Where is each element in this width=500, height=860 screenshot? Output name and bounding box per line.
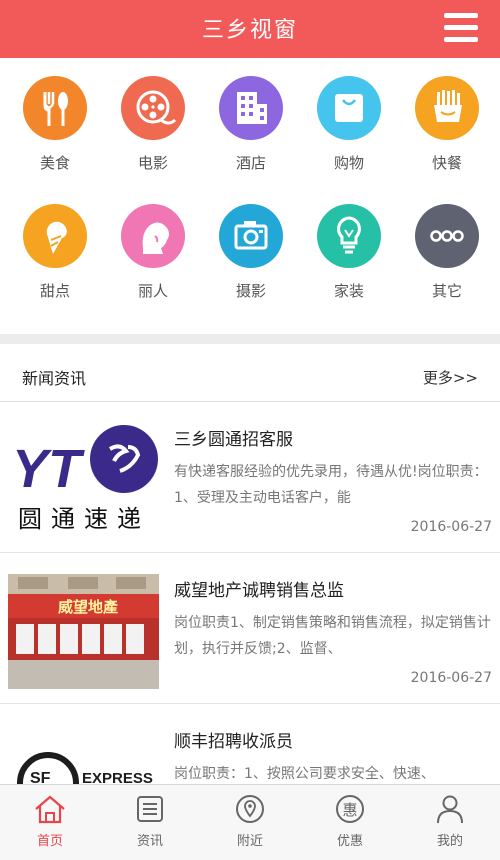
category-movie[interactable]: 电影 bbox=[104, 76, 202, 173]
news-item-desc: 岗位职责1、制定销售策略和销售流程，拟定销售计划，执行并反馈;2、监督、 bbox=[174, 615, 491, 657]
category-label: 购物 bbox=[333, 154, 364, 172]
category-shopping[interactable]: 购物 bbox=[300, 76, 398, 173]
lightbulb-icon bbox=[317, 204, 381, 268]
news-item[interactable]: YT 圆通速递 三乡圆通招客服 有快递客服经验的优先录用，待遇从优!岗位职责：1… bbox=[0, 403, 500, 553]
category-dessert[interactable]: 甜点 bbox=[6, 204, 104, 301]
news-more-link[interactable]: 更多>> bbox=[423, 367, 478, 388]
sf-express-logo-thumbnail: SF EXPRESS bbox=[8, 743, 159, 784]
tab-profile[interactable]: 我的 bbox=[400, 785, 500, 860]
news-item-title: 威望地产诚聘销售总监 bbox=[174, 581, 344, 601]
location-pin-icon bbox=[236, 795, 264, 823]
more-dots-icon bbox=[415, 204, 479, 268]
tab-home[interactable]: 首页 bbox=[0, 785, 100, 860]
category-photography[interactable]: 摄影 bbox=[202, 204, 300, 301]
news-item-date: 2016-06-27 bbox=[410, 670, 492, 686]
bottom-tab-bar: 首页 资讯 附近 惠 优惠 我的 bbox=[0, 784, 500, 860]
category-label: 丽人 bbox=[137, 282, 168, 300]
home-icon bbox=[35, 795, 65, 824]
woman-icon bbox=[121, 204, 185, 268]
news-item[interactable]: SF EXPRESS 顺丰招聘收派员 岗位职责：1、按照公司要求安全、快速、 bbox=[0, 705, 500, 784]
film-reel-icon bbox=[121, 76, 185, 140]
logo-text: SF bbox=[30, 770, 51, 784]
tab-nearby[interactable]: 附近 bbox=[200, 785, 300, 860]
yto-logo-thumbnail: YT 圆通速递 bbox=[8, 421, 159, 536]
store-sign-text: 威望地產 bbox=[58, 598, 118, 616]
category-label: 家装 bbox=[333, 282, 364, 300]
discount-icon: 惠 bbox=[336, 795, 364, 823]
category-beauty[interactable]: 丽人 bbox=[104, 204, 202, 301]
app-header: 三乡视窗 bbox=[0, 0, 500, 58]
user-icon bbox=[437, 795, 463, 824]
section-divider bbox=[0, 334, 500, 344]
tab-discount[interactable]: 惠 优惠 bbox=[300, 785, 400, 860]
category-label: 酒店 bbox=[235, 154, 266, 172]
tab-label: 附近 bbox=[236, 834, 263, 849]
fries-icon bbox=[415, 76, 479, 140]
category-label: 甜点 bbox=[39, 282, 70, 300]
logo-caption: 圆通速递 bbox=[18, 505, 150, 533]
utensils-icon bbox=[23, 76, 87, 140]
tab-label: 优惠 bbox=[336, 834, 363, 849]
svg-text:惠: 惠 bbox=[342, 801, 357, 819]
tab-label: 资讯 bbox=[136, 834, 163, 849]
logo-text: YT bbox=[12, 439, 85, 499]
tab-label: 首页 bbox=[36, 834, 63, 849]
news-item-desc: 岗位职责：1、按照公司要求安全、快速、 bbox=[174, 766, 435, 782]
category-label: 电影 bbox=[137, 154, 168, 172]
category-label: 快餐 bbox=[431, 154, 462, 172]
shopping-bag-icon bbox=[317, 76, 381, 140]
logo-caption: EXPRESS bbox=[82, 770, 153, 784]
news-item-title: 顺丰招聘收派员 bbox=[174, 732, 293, 752]
category-other[interactable]: 其它 bbox=[398, 204, 496, 301]
news-item[interactable]: 威望地產 威望地产诚聘销售总监 岗位职责1、制定销售策略和销售流程，拟定销售计划… bbox=[0, 554, 500, 704]
news-item-date: 2016-06-27 bbox=[410, 519, 492, 535]
category-label: 美食 bbox=[39, 154, 70, 172]
category-label: 其它 bbox=[431, 282, 462, 300]
news-section-title: 新闻资讯 bbox=[22, 369, 87, 388]
news-section-header: 新闻资讯 更多>> bbox=[0, 344, 500, 402]
hotel-building-icon bbox=[219, 76, 283, 140]
ice-cream-icon bbox=[23, 204, 87, 268]
category-grid: 美食 电影 酒店 购物 快餐 甜点 丽人 摄影 家装 其它 bbox=[0, 58, 500, 334]
category-hotel[interactable]: 酒店 bbox=[202, 76, 300, 173]
app-title: 三乡视窗 bbox=[201, 18, 298, 43]
category-home-decor[interactable]: 家装 bbox=[300, 204, 398, 301]
tab-label: 我的 bbox=[436, 834, 463, 849]
news-item-title: 三乡圆通招客服 bbox=[174, 430, 293, 450]
news-item-desc: 有快递客服经验的优先录用，待遇从优!岗位职责：1、受理及主动电话客户，能 bbox=[174, 464, 488, 506]
category-label: 摄影 bbox=[235, 282, 266, 300]
storefront-photo-thumbnail: 威望地產 bbox=[8, 574, 159, 689]
category-fastfood[interactable]: 快餐 bbox=[398, 76, 496, 173]
tab-news[interactable]: 资讯 bbox=[100, 785, 200, 860]
hamburger-menu-icon[interactable] bbox=[444, 13, 478, 43]
category-food[interactable]: 美食 bbox=[6, 76, 104, 173]
camera-icon bbox=[219, 204, 283, 268]
news-list-icon bbox=[137, 796, 163, 822]
